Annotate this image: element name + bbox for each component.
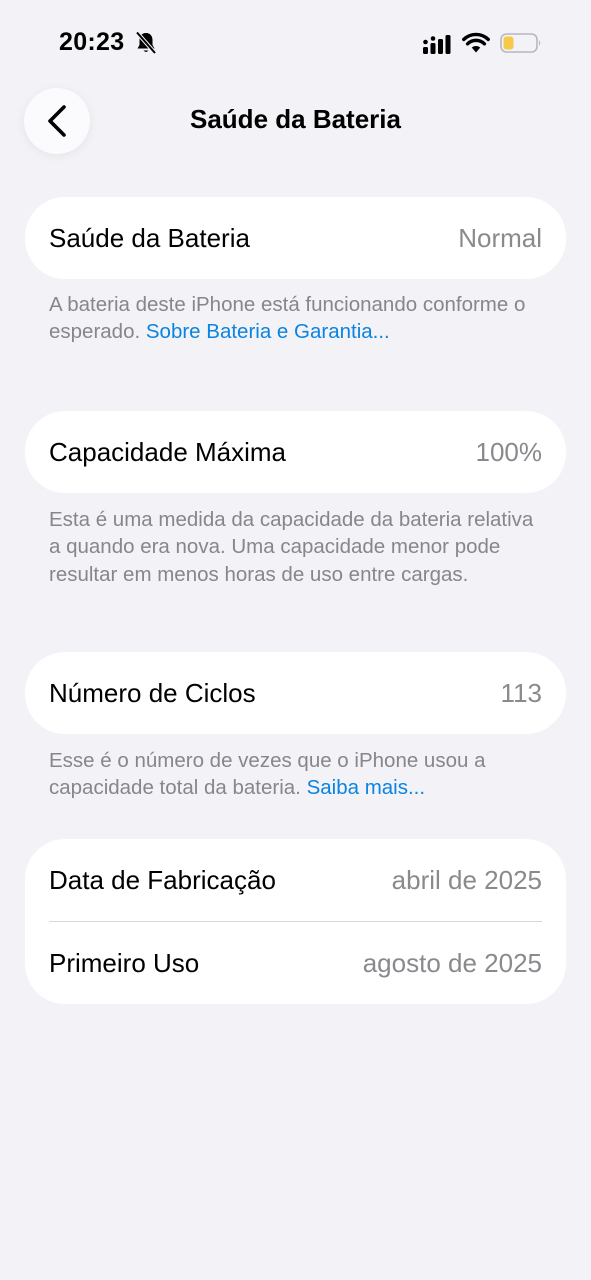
- cellular-signal-icon: [423, 35, 451, 54]
- page-title: Saúde da Bateria: [190, 104, 401, 134]
- maximum-capacity-label: Capacidade Máxima: [49, 436, 287, 467]
- cycle-count-label: Número de Ciclos: [49, 677, 256, 708]
- manufacture-date-label: Data de Fabricação: [49, 864, 276, 895]
- first-use-label: Primeiro Uso: [49, 947, 200, 978]
- battery-health-value: Normal: [458, 222, 542, 253]
- battery-health-row[interactable]: Saúde da Bateria Normal: [25, 197, 566, 279]
- bell-slash-icon: [135, 31, 157, 55]
- battery-health-footnote: A bateria deste iPhone está funcionando …: [49, 291, 549, 346]
- battery-health-card: Saúde da Bateria Normal: [25, 197, 566, 279]
- first-use-row: Primeiro Uso agosto de 2025: [25, 922, 566, 1004]
- dates-card: Data de Fabricação abril de 2025 Primeir…: [25, 839, 566, 1004]
- cycle-count-card: Número de Ciclos 113: [25, 652, 566, 734]
- maximum-capacity-footnote-text: Esta é uma medida da capacidade da bater…: [49, 508, 534, 586]
- manufacture-date-row: Data de Fabricação abril de 2025: [25, 839, 566, 921]
- battery-warranty-link[interactable]: Sobre Bateria e Garantia...: [146, 320, 390, 343]
- learn-more-link[interactable]: Saiba mais...: [307, 776, 426, 799]
- maximum-capacity-footnote: Esta é uma medida da capacidade da bater…: [49, 506, 549, 588]
- maximum-capacity-card: Capacidade Máxima 100%: [25, 411, 566, 493]
- cycle-count-value: 113: [500, 677, 542, 708]
- wifi-icon: [462, 32, 490, 53]
- cycle-count-footnote: Esse é o número de vezes que o iPhone us…: [49, 747, 549, 802]
- battery-icon: [500, 33, 541, 53]
- manufacture-date-value: abril de 2025: [391, 864, 542, 895]
- first-use-value: agosto de 2025: [362, 947, 542, 978]
- status-time: 20:23: [59, 28, 125, 56]
- maximum-capacity-row: Capacidade Máxima 100%: [25, 411, 566, 493]
- battery-health-label: Saúde da Bateria: [49, 222, 250, 253]
- status-bar: 20:23: [0, 0, 591, 80]
- cycle-count-row: Número de Ciclos 113: [25, 652, 566, 734]
- maximum-capacity-value: 100%: [475, 436, 543, 467]
